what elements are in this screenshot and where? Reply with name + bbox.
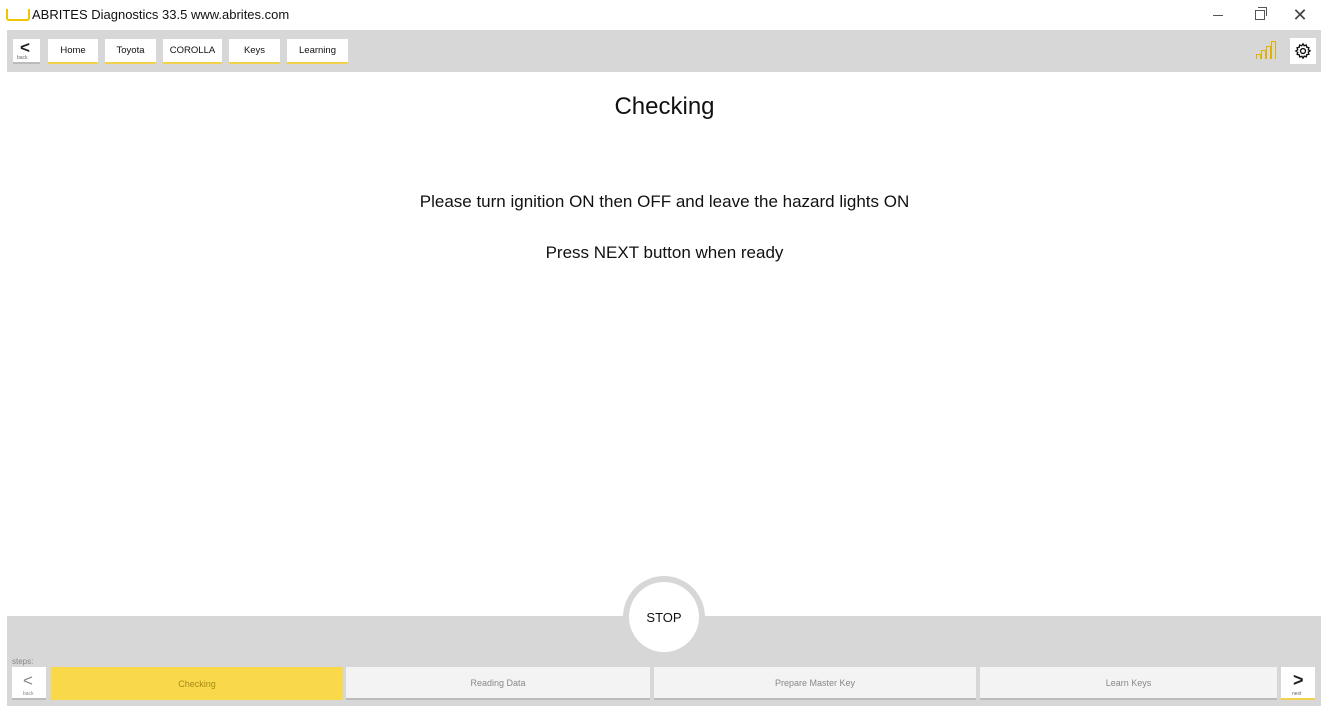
back-label: back bbox=[17, 55, 28, 61]
step-back-label: back bbox=[23, 691, 34, 697]
restore-icon bbox=[1255, 7, 1267, 20]
chevron-left-icon: < bbox=[23, 671, 33, 690]
close-button[interactable]: ✕ bbox=[1282, 4, 1318, 26]
abrites-logo-icon bbox=[6, 9, 30, 21]
chevron-left-icon: < bbox=[20, 38, 30, 57]
back-button[interactable]: < back bbox=[13, 39, 40, 64]
settings-button[interactable] bbox=[1290, 38, 1316, 64]
top-toolbar: < back Home Toyota COROLLA Keys Learning bbox=[7, 30, 1321, 72]
window-title: ABRITES Diagnostics 33.5 www.abrites.com bbox=[32, 7, 290, 22]
minimize-button[interactable] bbox=[1200, 4, 1236, 26]
steps-label: steps: bbox=[12, 657, 34, 666]
close-icon: ✕ bbox=[1292, 4, 1308, 25]
instruction-message: Please turn ignition ON then OFF and lea… bbox=[419, 192, 910, 211]
step-reading-data: Reading Data bbox=[346, 667, 650, 700]
chevron-right-icon: > bbox=[1293, 670, 1304, 690]
step-back-button[interactable]: < back bbox=[12, 667, 46, 700]
breadcrumb-keys[interactable]: Keys bbox=[229, 39, 280, 64]
next-prompt-message: Press NEXT button when ready bbox=[545, 243, 784, 262]
breadcrumb-corolla[interactable]: COROLLA bbox=[163, 39, 222, 64]
next-label: next bbox=[1292, 691, 1302, 697]
breadcrumb-toyota[interactable]: Toyota bbox=[105, 39, 156, 64]
next-button[interactable]: > next bbox=[1281, 667, 1315, 700]
window-titlebar: ABRITES Diagnostics 33.5 www.abrites.com… bbox=[0, 0, 1329, 30]
restore-button[interactable] bbox=[1242, 4, 1278, 26]
gear-icon bbox=[1294, 42, 1312, 60]
signal-strength-icon bbox=[1256, 39, 1278, 59]
minimize-icon bbox=[1213, 14, 1223, 16]
page-title: Checking bbox=[614, 93, 715, 120]
breadcrumb-home[interactable]: Home bbox=[48, 39, 98, 64]
step-prepare-master-key: Prepare Master Key bbox=[654, 667, 976, 700]
step-checking: Checking bbox=[51, 667, 343, 700]
stop-button[interactable]: STOP bbox=[629, 582, 699, 652]
step-learn-keys: Learn Keys bbox=[980, 667, 1277, 700]
breadcrumb-learning[interactable]: Learning bbox=[287, 39, 348, 64]
